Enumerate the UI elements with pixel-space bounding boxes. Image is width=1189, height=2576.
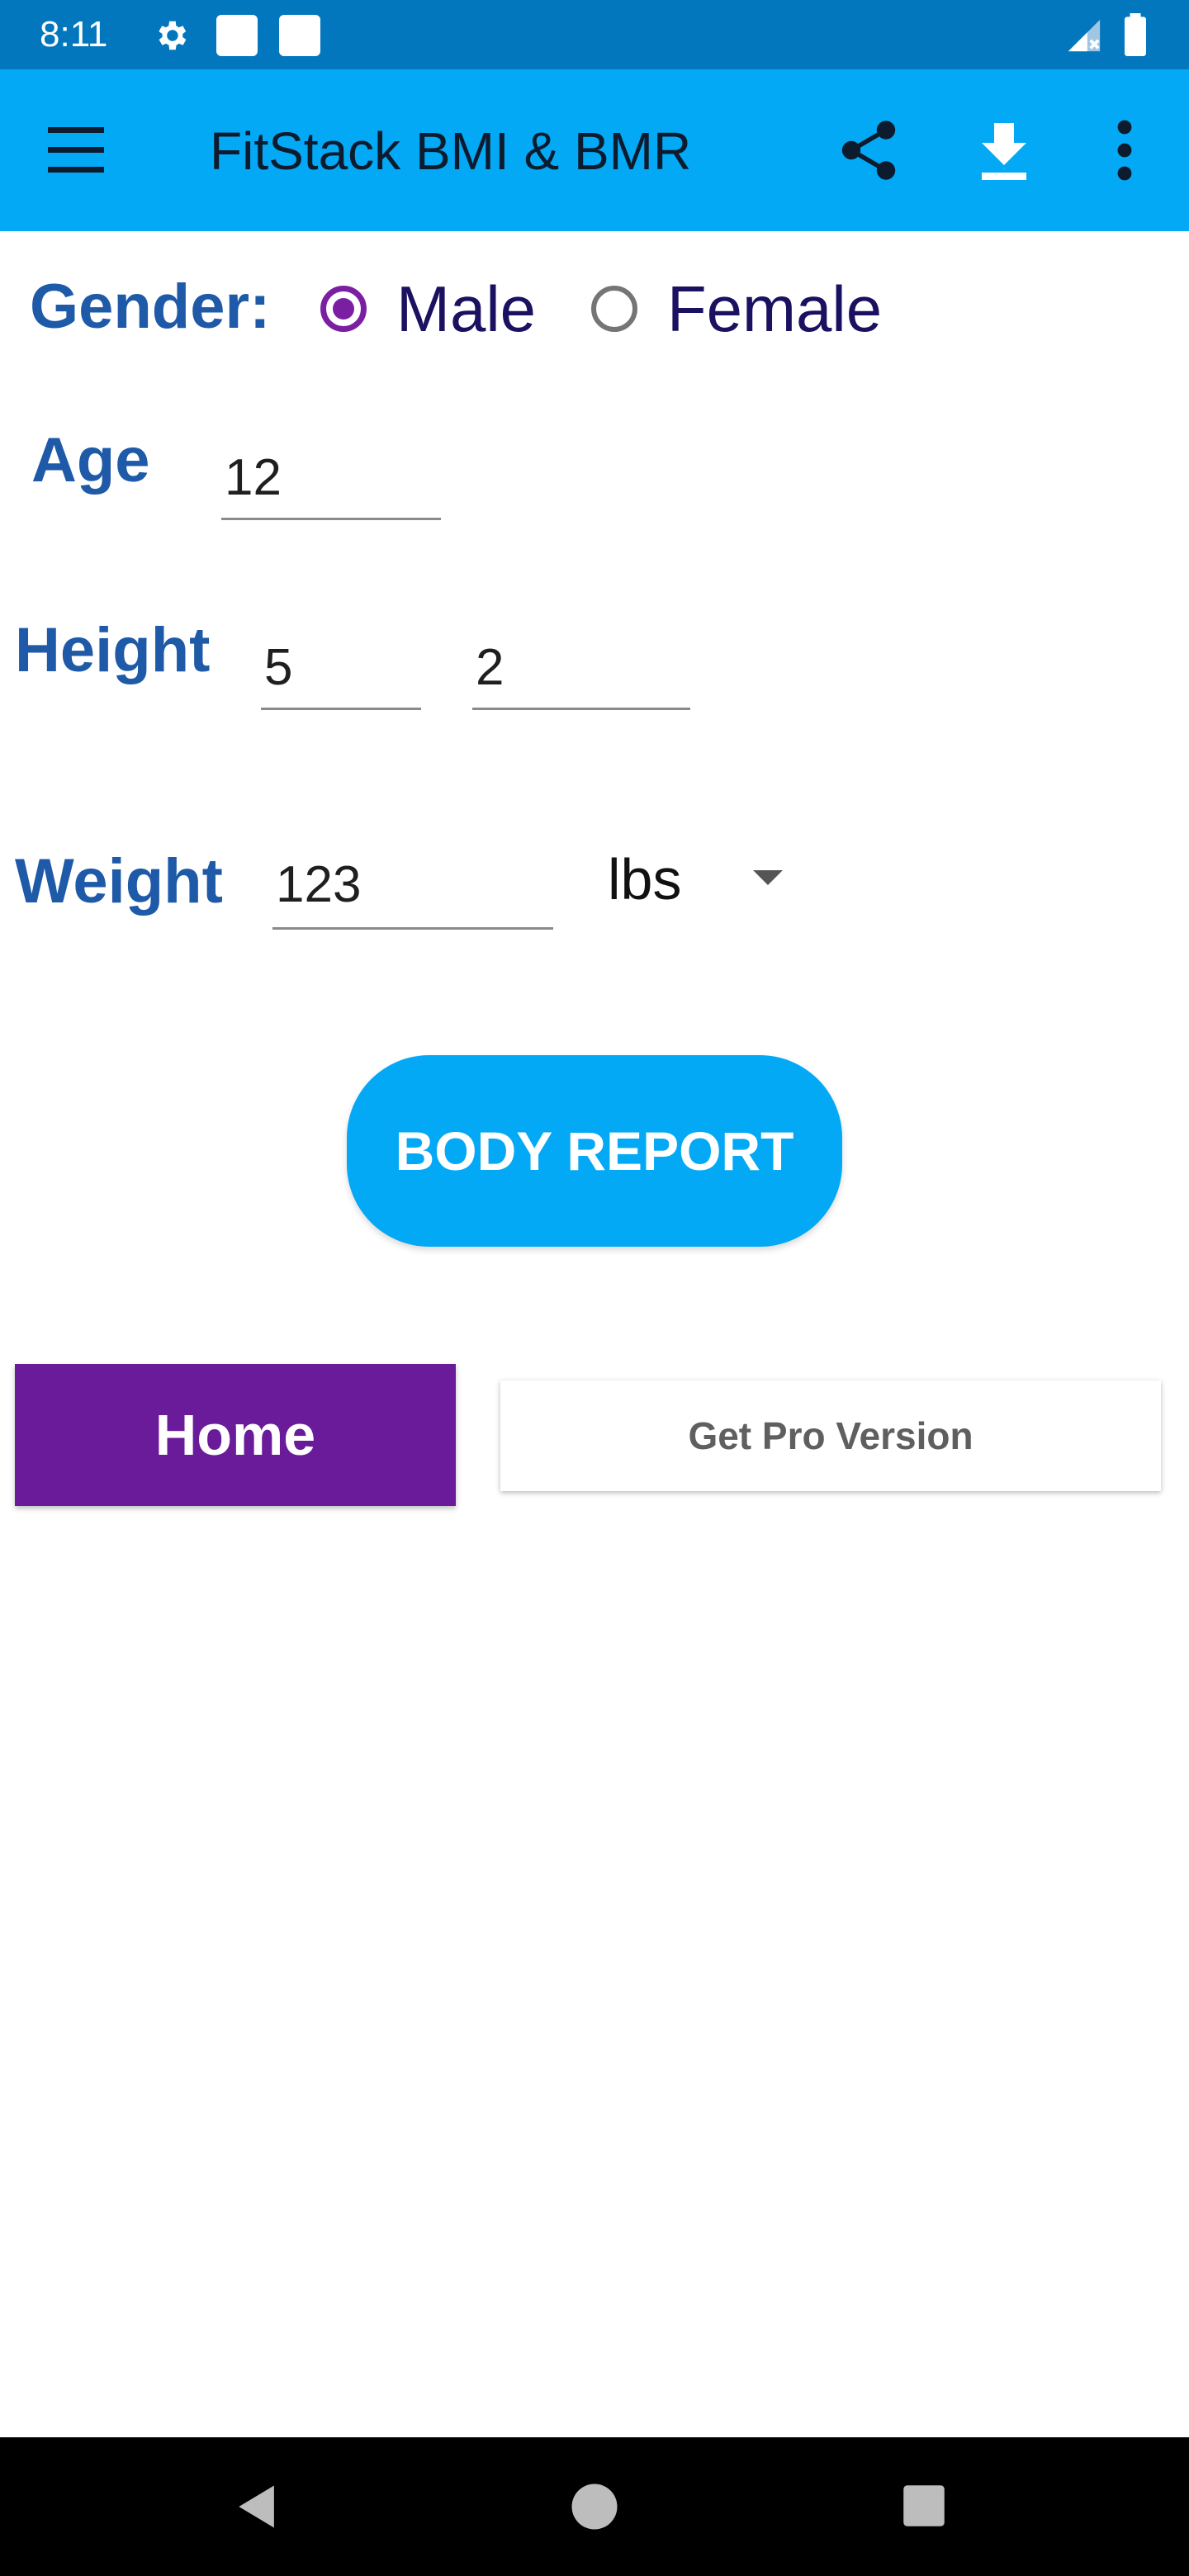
- gender-female-label: Female: [667, 272, 883, 345]
- height-feet-input[interactable]: [261, 627, 421, 710]
- status-time: 8:11: [40, 14, 108, 54]
- home-button[interactable]: Home: [15, 1364, 456, 1506]
- weight-label: Weight: [15, 846, 223, 916]
- app-bar: FitStack BMI & BMR: [0, 69, 1189, 231]
- body-report-button[interactable]: BODY REPORT: [347, 1055, 842, 1247]
- menu-icon[interactable]: [48, 127, 114, 173]
- more-vert-icon[interactable]: [1106, 116, 1143, 185]
- status-bar: 8:11: [0, 0, 1189, 69]
- height-inches-input[interactable]: [472, 627, 690, 710]
- battery-icon: [1125, 13, 1146, 56]
- get-pro-version-button[interactable]: Get Pro Version: [500, 1380, 1161, 1491]
- age-input[interactable]: [221, 438, 441, 520]
- notification-square-icon: [216, 15, 258, 56]
- radio-checked-icon: [320, 286, 367, 332]
- age-label: Age: [31, 425, 150, 495]
- weight-input[interactable]: [272, 842, 553, 930]
- signal-icon: [1068, 19, 1101, 52]
- back-icon[interactable]: [230, 2479, 286, 2535]
- home-circle-icon[interactable]: [570, 2482, 619, 2531]
- gender-female-radio[interactable]: Female: [591, 268, 882, 350]
- radio-unchecked-icon: [591, 286, 637, 332]
- app-screen: 8:11 FitStack BMI & BMR Gender: Male Fem…: [0, 0, 1189, 2576]
- gender-label: Gender:: [30, 272, 271, 342]
- system-nav-bar: [0, 2437, 1189, 2576]
- weight-unit-dropdown[interactable]: lbs: [591, 834, 806, 925]
- recents-icon[interactable]: [902, 2484, 946, 2528]
- download-icon[interactable]: [974, 117, 1034, 183]
- app-title: FitStack BMI & BMR: [210, 121, 692, 181]
- notification-square-icon: [279, 15, 320, 56]
- height-label: Height: [15, 615, 211, 685]
- gender-male-radio[interactable]: Male: [320, 268, 536, 350]
- share-icon[interactable]: [834, 116, 903, 185]
- gender-male-label: Male: [396, 272, 537, 345]
- gear-icon: [159, 21, 187, 50]
- weight-unit-value: lbs: [608, 847, 682, 912]
- dropdown-arrow-icon: [753, 870, 783, 885]
